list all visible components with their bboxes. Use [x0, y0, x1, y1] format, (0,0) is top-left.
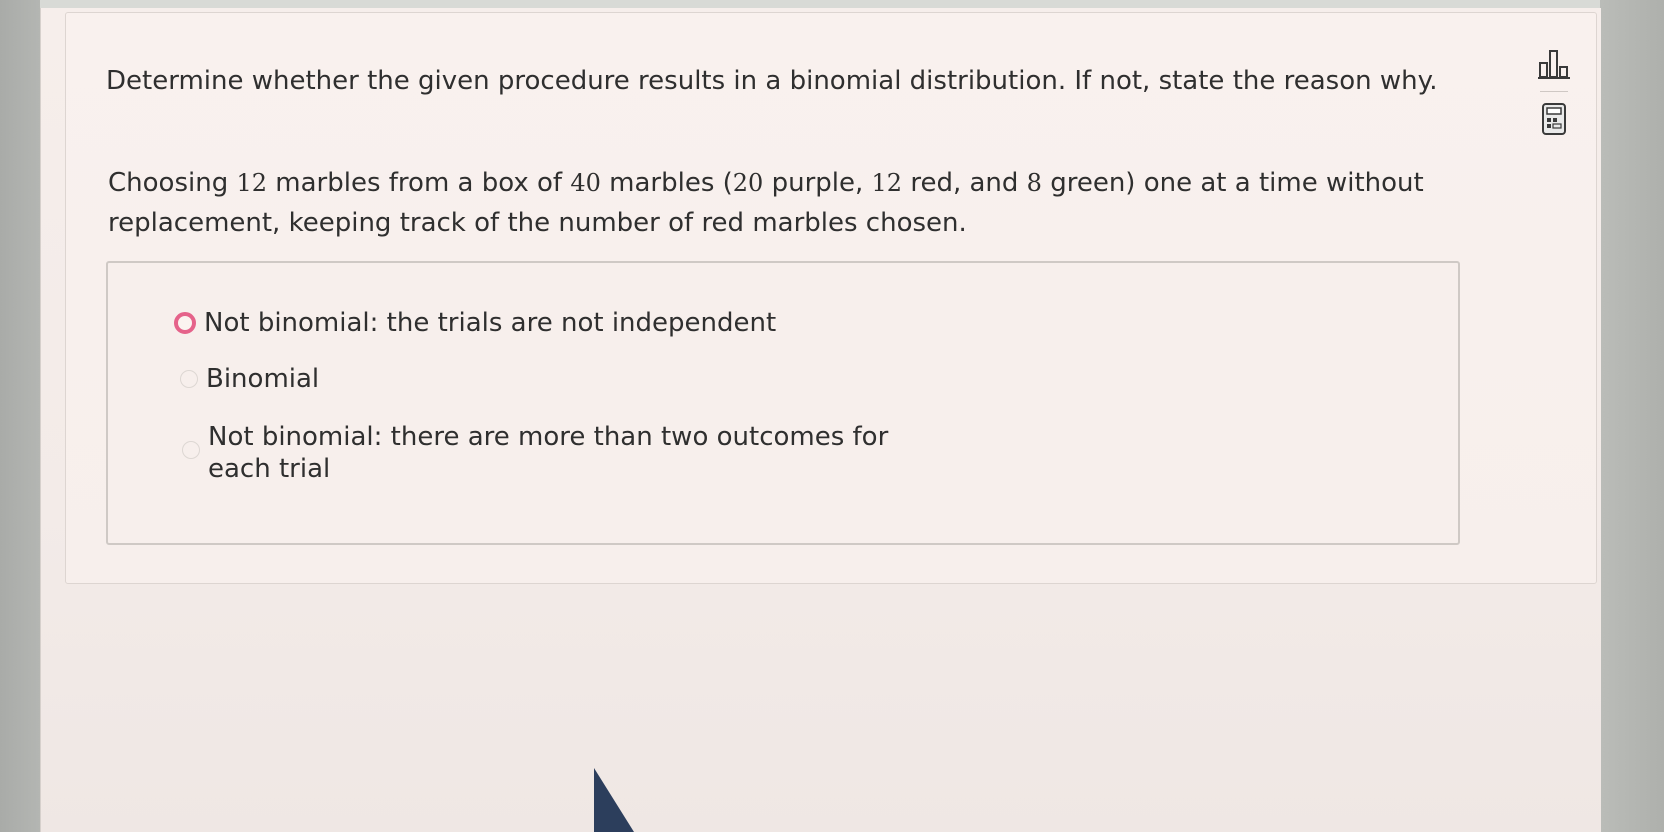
radio-button[interactable] — [180, 370, 198, 388]
assignment-page: Determine whether the given procedure re… — [40, 8, 1601, 832]
question-card: Determine whether the given procedure re… — [65, 12, 1597, 584]
answer-option-not-independent[interactable]: Not binomial: the trials are not indepen… — [174, 307, 776, 339]
tool-rail — [1526, 41, 1586, 149]
mouse-cursor-icon — [594, 768, 634, 832]
option-label: Binomial — [206, 364, 320, 394]
purple-count-value: 20 — [732, 169, 764, 197]
question-scenario: Choosing 12 marbles from a box of 40 mar… — [108, 163, 1488, 243]
total-marbles-value: 40 — [570, 169, 601, 197]
scenario-text: marbles ( — [600, 168, 733, 198]
answer-options: Not binomial: the trials are not indepen… — [106, 261, 1460, 545]
scenario-text: marbles from a box of — [267, 168, 571, 198]
question-prompt: Determine whether the given procedure re… — [106, 66, 1438, 96]
option-label: Not binomial: the trials are not indepen… — [204, 308, 777, 338]
scenario-text: Choosing — [108, 168, 237, 198]
bar-chart-button[interactable] — [1534, 45, 1574, 85]
marbles-chosen-value: 12 — [236, 169, 268, 197]
answer-option-binomial[interactable]: Binomial — [180, 363, 319, 395]
tool-divider — [1540, 91, 1568, 92]
radio-button-selected[interactable] — [174, 312, 196, 334]
calculator-icon — [1542, 103, 1566, 135]
answer-option-more-than-two-outcomes[interactable]: Not binomial: there are more than two ou… — [182, 421, 918, 485]
bar-chart-icon — [1538, 50, 1570, 79]
radio-button[interactable] — [182, 441, 200, 459]
green-count-value: 8 — [1026, 169, 1042, 197]
scenario-text: purple, — [763, 168, 872, 198]
option-label: Not binomial: there are more than two ou… — [208, 422, 889, 484]
red-count-value: 12 — [871, 169, 903, 197]
calculator-button[interactable] — [1534, 99, 1574, 139]
scenario-text: red, and — [902, 168, 1027, 198]
